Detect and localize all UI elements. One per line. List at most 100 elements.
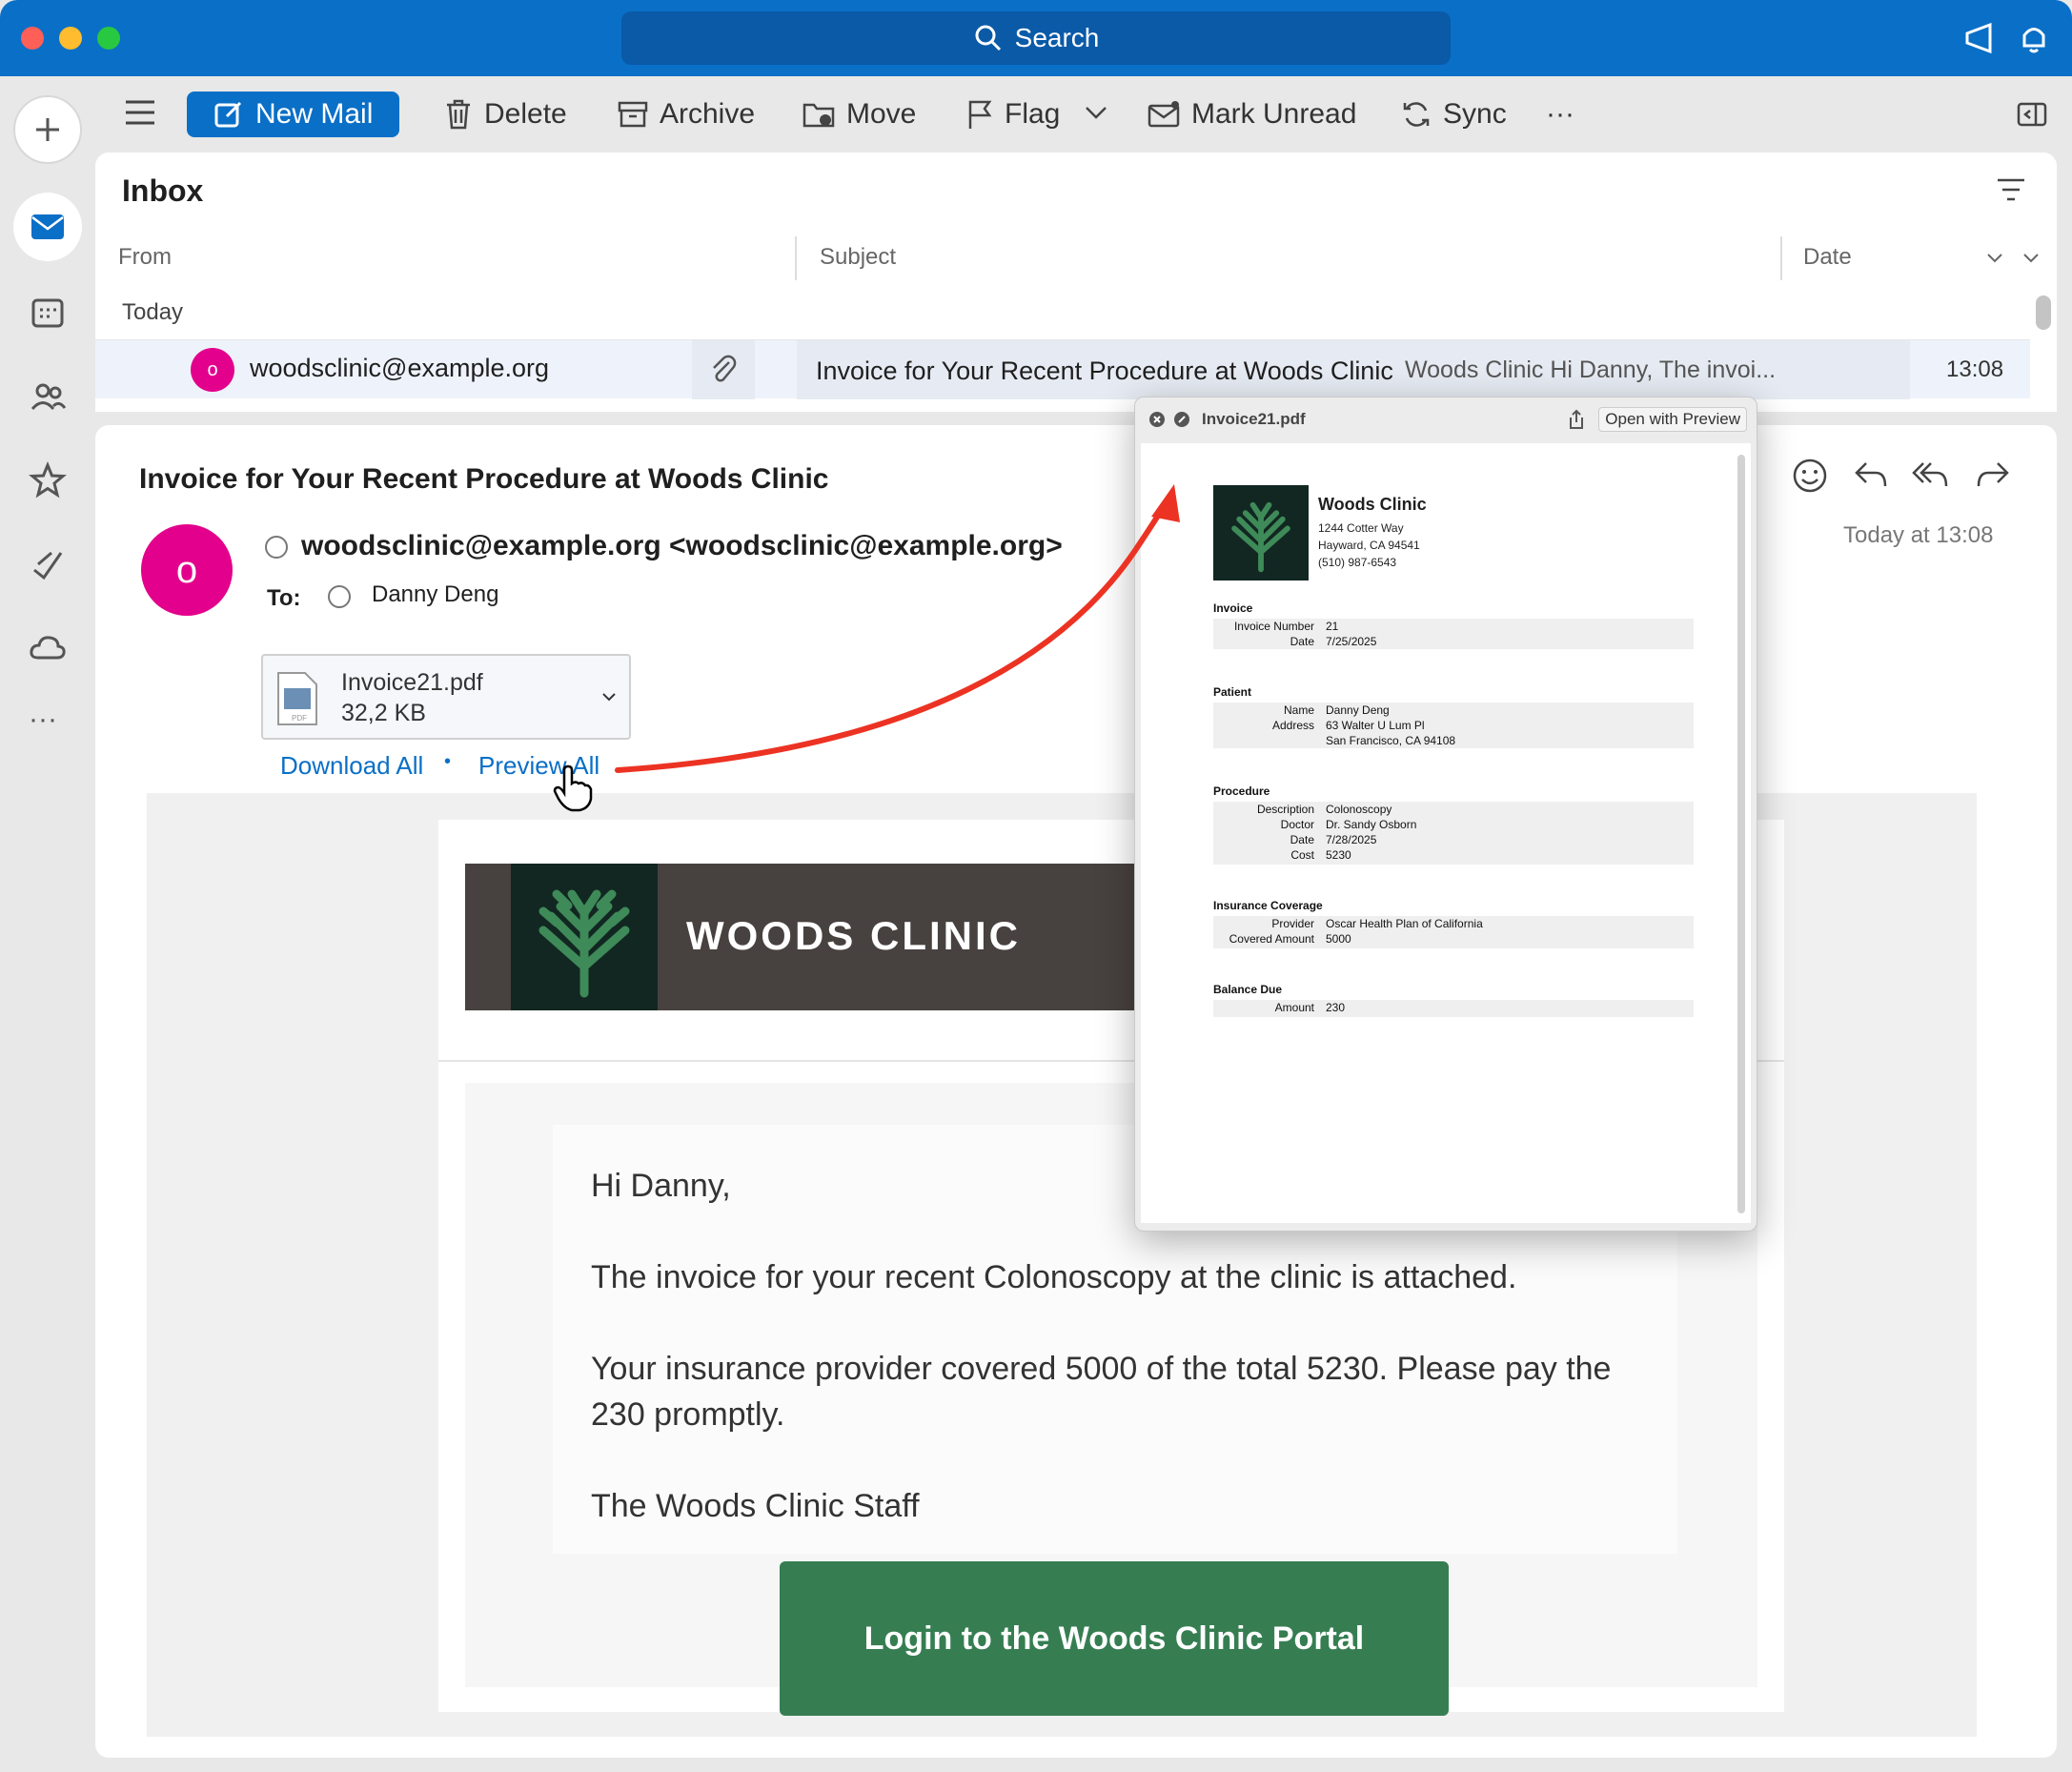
pdf-value: 7/28/2025 bbox=[1326, 833, 1377, 846]
sync-button[interactable]: Sync bbox=[1401, 92, 1507, 137]
reply-all-icon[interactable] bbox=[1912, 459, 1950, 492]
pdf-value: 63 Walter U Lum Pl bbox=[1326, 719, 1425, 732]
attachment-chevron-icon[interactable] bbox=[602, 692, 616, 702]
column-divider[interactable] bbox=[795, 236, 797, 280]
delete-button[interactable]: Delete bbox=[444, 92, 567, 137]
todo-check-icon[interactable] bbox=[29, 545, 67, 583]
more-apps-button[interactable]: ··· bbox=[29, 703, 57, 736]
inbox-title: Inbox bbox=[122, 173, 204, 208]
move-label: Move bbox=[846, 98, 917, 130]
pdf-clinic-logo bbox=[1213, 485, 1309, 580]
mark-unread-button[interactable]: Mark Unread bbox=[1148, 92, 1356, 137]
quicklook-header: Invoice21.pdf Open with Preview bbox=[1135, 397, 1757, 441]
pdf-label: Provider bbox=[1271, 917, 1314, 930]
quicklook-filename: Invoice21.pdf bbox=[1202, 410, 1306, 428]
envelope-unread-icon bbox=[1148, 101, 1180, 128]
pdf-value: 5230 bbox=[1326, 848, 1351, 862]
column-subject[interactable]: Subject bbox=[820, 244, 896, 271]
list-item[interactable]: o woodsclinic@example.org Invoice for Yo… bbox=[95, 339, 2030, 399]
flag-button[interactable]: Flag bbox=[966, 92, 1060, 137]
people-icon[interactable] bbox=[29, 377, 67, 416]
attachment-name: Invoice21.pdf bbox=[341, 669, 483, 696]
hand-cursor-icon bbox=[553, 764, 593, 812]
pdf-procedure-band: Description Colonoscopy Doctor Dr. Sandy O… bbox=[1213, 802, 1694, 865]
forward-icon[interactable] bbox=[1975, 459, 2011, 492]
new-mail-label: New Mail bbox=[255, 98, 374, 130]
banner-title: WOODS CLINIC bbox=[686, 913, 1021, 958]
pdf-value: Dr. Sandy Osborn bbox=[1326, 818, 1417, 831]
pdf-clinic-phone: (510) 987-6543 bbox=[1318, 556, 1397, 569]
to-label: To: bbox=[267, 585, 301, 611]
pdf-value: San Francisco, CA 94108 bbox=[1326, 734, 1456, 747]
column-from[interactable]: From bbox=[118, 244, 172, 271]
open-with-preview-button[interactable]: Open with Preview bbox=[1598, 407, 1747, 432]
pdf-balance-heading: Balance Due bbox=[1213, 983, 1283, 996]
mail-nav-button[interactable] bbox=[13, 193, 82, 261]
pdf-label: Name bbox=[1283, 703, 1314, 717]
pdf-value: 7/25/2025 bbox=[1326, 635, 1377, 648]
pdf-value: Danny Deng bbox=[1326, 703, 1390, 717]
minimize-window-button[interactable] bbox=[59, 27, 82, 50]
more-toolbar-button[interactable]: ··· bbox=[1546, 92, 1574, 137]
filter-icon[interactable] bbox=[1996, 177, 2026, 202]
pdf-insurance-band: Provider Oscar Health Plan of California … bbox=[1213, 916, 1694, 948]
share-icon[interactable] bbox=[1568, 409, 1585, 430]
download-all-link[interactable]: Download All bbox=[280, 751, 423, 781]
fullscreen-icon[interactable] bbox=[1173, 411, 1190, 428]
title-bar: Search bbox=[0, 0, 2072, 76]
portal-login-button[interactable]: Login to the Woods Clinic Portal bbox=[780, 1561, 1449, 1716]
column-divider[interactable] bbox=[1780, 236, 1782, 280]
zoom-window-button[interactable] bbox=[97, 27, 120, 50]
reply-icon[interactable] bbox=[1853, 459, 1889, 492]
pdf-label: Invoice Number bbox=[1233, 620, 1314, 633]
archive-button[interactable]: Archive bbox=[618, 92, 755, 137]
pdf-patient-band: Name Danny Deng Address 63 Walter U Lum Pl… bbox=[1213, 703, 1694, 748]
hamburger-menu-icon[interactable] bbox=[124, 99, 156, 126]
reading-pane: Invoice for Your Recent Procedure at Woo… bbox=[95, 425, 2057, 1758]
close-preview-icon[interactable] bbox=[1148, 411, 1166, 428]
new-mail-button[interactable]: New Mail bbox=[187, 92, 400, 137]
recipient-name[interactable]: Danny Deng bbox=[372, 581, 498, 608]
pdf-value: Colonoscopy bbox=[1326, 803, 1392, 816]
row-from: woodsclinic@example.org bbox=[250, 354, 550, 382]
sidebar-toggle-icon[interactable] bbox=[2017, 101, 2047, 128]
search-bar[interactable]: Search bbox=[621, 11, 1451, 65]
message-list: Inbox From Subject Date Today o woodscli… bbox=[95, 153, 2057, 412]
plus-icon bbox=[36, 118, 59, 141]
move-button[interactable]: Move bbox=[802, 92, 916, 137]
pdf-value: 5000 bbox=[1326, 932, 1351, 946]
quicklook-window: Invoice21.pdf Open with Preview Woods Cl… bbox=[1134, 397, 1757, 1232]
cloud-icon[interactable] bbox=[29, 629, 67, 667]
emoji-reaction-icon[interactable] bbox=[1792, 458, 1828, 494]
attachment-size: 32,2 KB bbox=[341, 700, 426, 726]
pdf-value: 230 bbox=[1326, 1001, 1346, 1014]
close-window-button[interactable] bbox=[21, 27, 44, 50]
chevron-down-icon[interactable] bbox=[1085, 105, 1107, 120]
paragraph-1: The invoice for your recent Colonoscopy … bbox=[591, 1259, 1517, 1295]
bell-icon[interactable] bbox=[2015, 19, 2053, 57]
sender-status-circle bbox=[265, 536, 288, 559]
megaphone-icon[interactable] bbox=[1961, 19, 2000, 57]
pdf-clinic-addr1: 1244 Cotter Way bbox=[1318, 521, 1404, 535]
tree-logo-icon bbox=[538, 889, 630, 998]
row-subject: Invoice for Your Recent Procedure at Woo… bbox=[816, 356, 1393, 385]
pdf-clinic-name: Woods Clinic bbox=[1318, 495, 1427, 514]
flag-label: Flag bbox=[1005, 98, 1061, 130]
list-scrollbar[interactable] bbox=[2036, 295, 2051, 330]
sender-address[interactable]: woodsclinic@example.org <woodsclinic@exa… bbox=[301, 530, 1063, 562]
avatar: o bbox=[191, 348, 234, 392]
compose-plus-button[interactable] bbox=[13, 95, 82, 164]
pdf-patient-heading: Patient bbox=[1213, 685, 1252, 699]
row-time: 13:08 bbox=[1946, 356, 2004, 382]
star-icon[interactable] bbox=[29, 461, 67, 499]
attachment-card[interactable]: PDF Invoice21.pdf 32,2 KB bbox=[261, 654, 631, 740]
sort-chevron-icon[interactable] bbox=[1986, 252, 2043, 265]
clinic-logo bbox=[511, 864, 658, 1010]
column-date[interactable]: Date bbox=[1803, 244, 1852, 271]
pdf-label: Amount bbox=[1274, 1001, 1314, 1014]
calendar-icon[interactable] bbox=[29, 294, 67, 332]
pdf-scrollbar[interactable] bbox=[1737, 455, 1745, 1213]
pdf-page: Woods Clinic 1244 Cotter Way Hayward, CA… bbox=[1141, 443, 1751, 1223]
recipient-status-circle bbox=[328, 585, 351, 608]
archive-label: Archive bbox=[660, 98, 756, 130]
